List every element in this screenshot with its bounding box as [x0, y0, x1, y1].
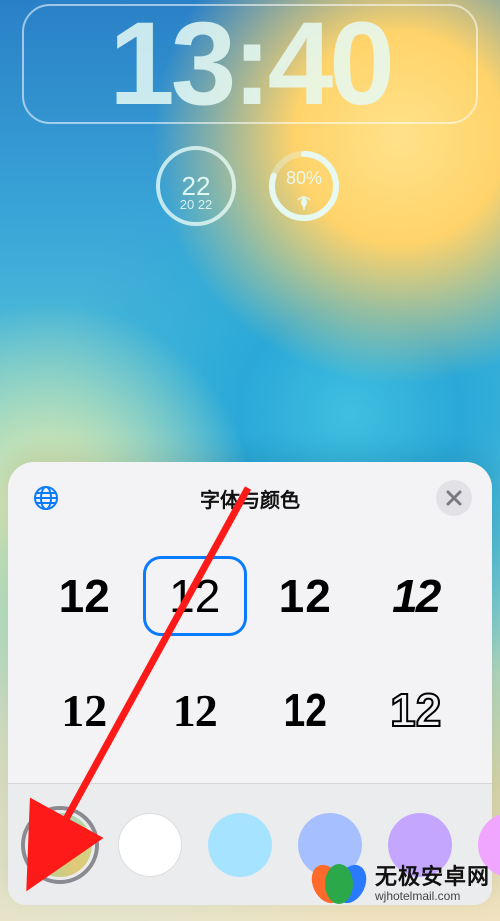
sheet-title: 字体与颜色: [200, 484, 300, 513]
watermark: 无极安卓网 wjhotelmail.com: [309, 861, 490, 907]
font-option-2[interactable]: 12: [143, 556, 248, 636]
font-color-sheet: 字体与颜色 12 12 12 12 12 12 12 12: [8, 462, 492, 905]
color-swatch-lightblue[interactable]: [208, 813, 272, 877]
color-swatch-white[interactable]: [118, 813, 182, 877]
close-icon: [446, 490, 462, 506]
font-option-6[interactable]: 12: [143, 670, 248, 750]
precipitation-percent: 80%: [286, 168, 322, 188]
font-option-3[interactable]: 12: [253, 556, 358, 636]
font-option-4[interactable]: 12: [364, 556, 469, 636]
watermark-en: wjhotelmail.com: [375, 890, 490, 903]
font-options-grid: 12 12 12 12 12 12 12 12: [22, 524, 478, 774]
sheet-header: 字体与颜色: [22, 480, 478, 524]
close-button[interactable]: [436, 480, 472, 516]
clock-widget-frame[interactable]: 13:40: [22, 4, 478, 124]
watermark-cn: 无极安卓网: [375, 865, 490, 889]
lockscreen-widgets[interactable]: 22 20 22 80%: [156, 146, 344, 226]
temperature-range: 20 22: [180, 197, 213, 212]
font-option-8[interactable]: 12: [364, 670, 469, 750]
globe-icon: [32, 484, 60, 512]
precipitation-ring-icon: 80%: [264, 146, 344, 226]
globe-button[interactable]: [28, 480, 64, 516]
font-option-5[interactable]: 12: [32, 670, 137, 750]
precipitation-widget[interactable]: 80%: [264, 146, 344, 226]
font-option-7[interactable]: 12: [261, 670, 350, 750]
weather-temperature-widget[interactable]: 22 20 22: [156, 146, 236, 226]
watermark-logo-icon: [309, 861, 367, 907]
lockscreen-editor: 13:40 22 20 22 80%: [0, 0, 500, 921]
color-swatch-gradient[interactable]: [28, 813, 92, 877]
clock-time: 13:40: [109, 5, 391, 123]
font-option-1[interactable]: 12: [32, 556, 137, 636]
